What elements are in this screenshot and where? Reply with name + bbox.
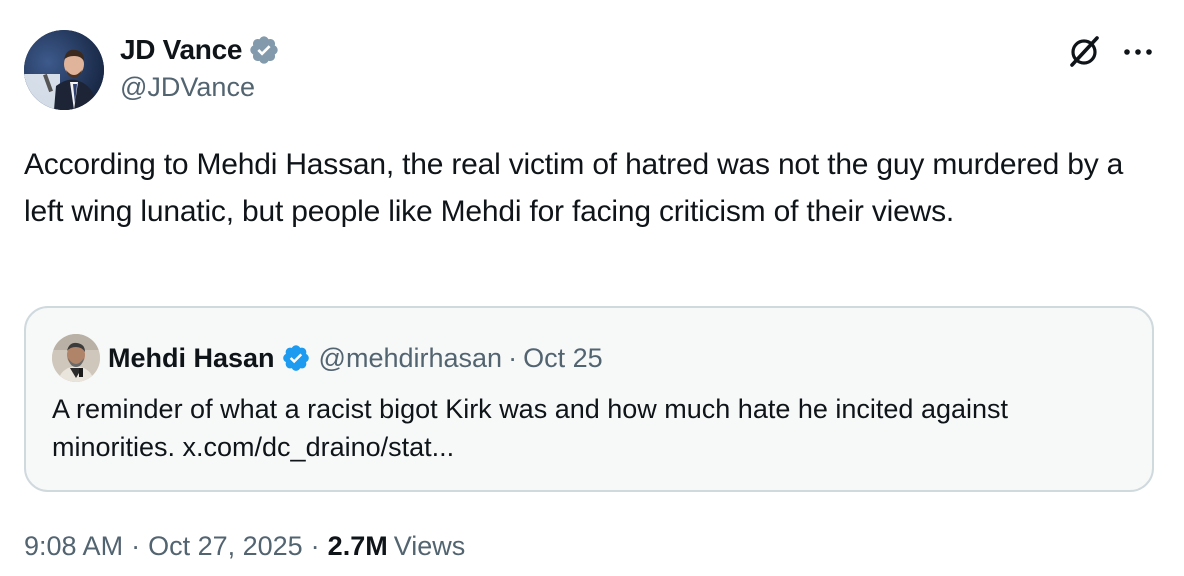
tweet-meta: 9:08 AM · Oct 27, 2025 · 2.7M Views (24, 528, 465, 564)
tweet-time[interactable]: 9:08 AM (24, 531, 123, 562)
meta-separator: · (310, 530, 320, 561)
quoted-tweet[interactable]: Mehdi Hasan @mehdirhasan · Oct 25 A remi… (24, 306, 1154, 492)
avatar-photo (24, 30, 104, 110)
author-name-row: JD Vance (120, 32, 280, 68)
quote-author-handle[interactable]: @mehdirhasan (319, 343, 503, 374)
more-icon[interactable] (1118, 36, 1158, 68)
meta-separator: · (131, 530, 141, 561)
tweet-text: According to Mehdi Hassan, the real vict… (24, 148, 1124, 228)
quote-separator: · (508, 342, 518, 373)
quote-date[interactable]: Oct 25 (523, 343, 603, 374)
grok-icon[interactable] (1064, 32, 1104, 72)
author-name[interactable]: JD Vance (120, 34, 242, 66)
quote-header: Mehdi Hasan @mehdirhasan · Oct 25 (108, 338, 603, 378)
views-count: 2.7M (327, 530, 388, 561)
quote-text: A reminder of what a racist bigot Kirk w… (52, 394, 1009, 462)
quote-avatar-photo (52, 334, 100, 382)
verified-blue-badge-icon[interactable] (281, 343, 311, 373)
tweet-date[interactable]: Oct 27, 2025 (148, 531, 303, 562)
views-label: Views (393, 530, 466, 561)
author-handle[interactable]: @JDVance (120, 72, 255, 103)
author-avatar[interactable] (24, 30, 104, 110)
verified-gray-badge-icon[interactable] (248, 34, 280, 66)
tweet-card: JD Vance @JDVance According to Mehdi Has… (0, 0, 1184, 576)
quote-author-avatar[interactable] (52, 334, 100, 382)
quote-author-name[interactable]: Mehdi Hasan (108, 343, 275, 374)
